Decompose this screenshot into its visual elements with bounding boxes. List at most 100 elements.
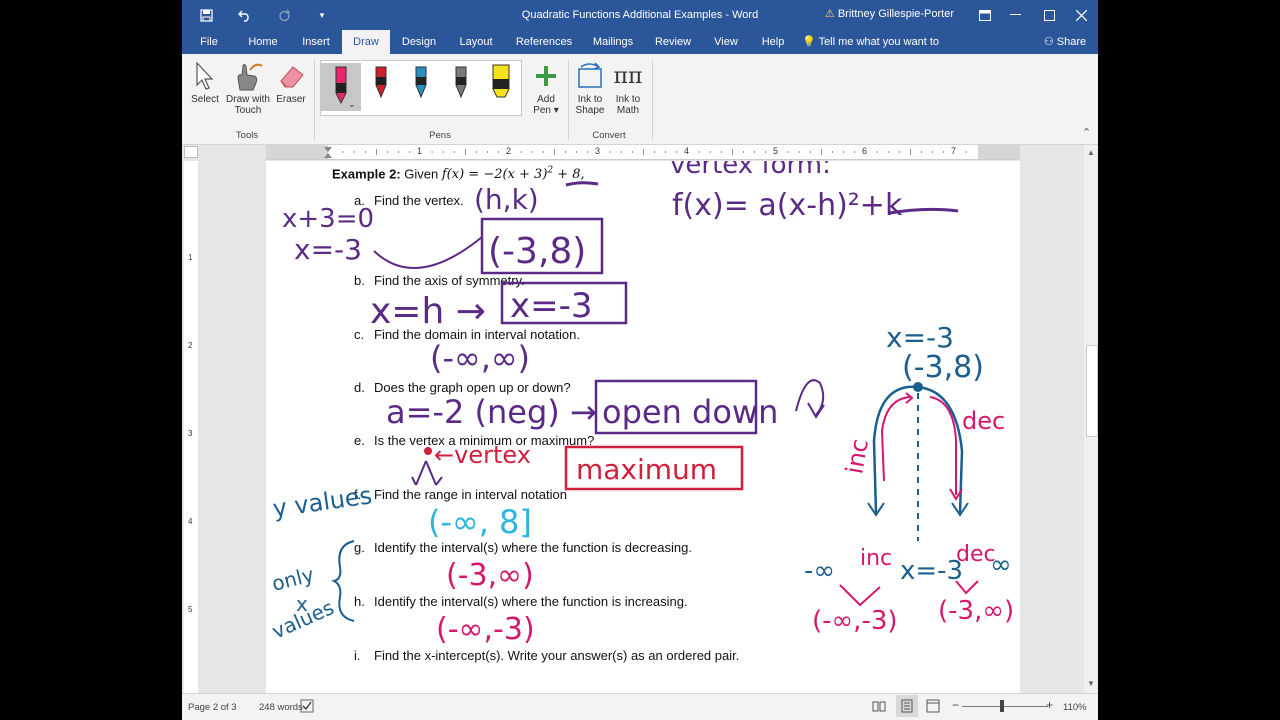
eraser-button[interactable]: Eraser [274, 58, 308, 105]
ink-to-math-label-1: Ink to [615, 94, 641, 105]
ink-graph-inc: inc [840, 437, 874, 476]
ink-to-math-button[interactable]: ππ Ink to Math [610, 58, 646, 117]
pen-red[interactable] [361, 63, 401, 111]
ink-layer: vertex form: f(x)= a(x-h)²+k x+3=0 x=-3 … [268, 161, 1014, 647]
scroll-down-icon[interactable]: ▼ [1087, 679, 1095, 688]
ruler-number: 1 [417, 146, 423, 156]
scrollbar-thumb[interactable] [1086, 345, 1098, 437]
pi-icon: ππ [613, 63, 643, 89]
ruler-number: 5 [188, 605, 193, 614]
ink-dec-answer: (-3,∞) [446, 558, 534, 593]
tab-selector[interactable] [184, 146, 198, 158]
ruler-number: 3 [595, 146, 601, 156]
vertical-ruler[interactable]: 1 2 3 4 5 [184, 161, 198, 693]
ink-range-answer: (-∞, 8] [428, 503, 532, 541]
ink-only-1: only [269, 562, 316, 596]
ink-to-shape-label-2: Shape [575, 105, 605, 116]
tab-layout[interactable]: Layout [454, 30, 498, 54]
zoom-in-icon[interactable]: + [1046, 698, 1053, 712]
ink-vertex-form: f(x)= a(x-h)²+k [672, 188, 903, 223]
select-button[interactable]: Select [188, 58, 222, 105]
ink-hk: (h,k) [474, 183, 539, 216]
draw-with-touch-label-2: Touch [234, 105, 262, 116]
word-count[interactable]: 248 words [259, 702, 303, 713]
tab-home[interactable]: Home [244, 30, 282, 54]
eraser-icon [274, 58, 308, 94]
share-button[interactable]: ⚇ Share [1040, 30, 1090, 54]
pens-group-label: Pens [429, 130, 451, 141]
ruler-number: 2 [506, 146, 512, 156]
plus-icon [528, 58, 564, 94]
minimize-icon[interactable] [998, 0, 1032, 30]
ribbon-tabs: File Home Insert Draw Design Layout Refe… [182, 30, 1098, 72]
scroll-up-icon[interactable]: ▲ [1087, 148, 1095, 157]
tab-mailings[interactable]: Mailings [588, 30, 638, 54]
pen-gray[interactable] [441, 63, 481, 111]
proofing-icon[interactable] [300, 699, 314, 716]
document-page[interactable]: Example 2: Given f(x) = −2(x + 3)2 + 8, … [266, 161, 1020, 701]
zoom-level[interactable]: 110% [1063, 702, 1087, 713]
ink-line-pos-inf: ∞ [990, 550, 1012, 580]
page-indicator[interactable]: Page 2 of 3 [188, 702, 237, 713]
user-account[interactable]: ⚠ Brittney Gillespie-Porter [825, 7, 954, 20]
pen-yellow-highlighter[interactable] [481, 63, 521, 111]
touch-hand-icon [224, 58, 272, 94]
document-title: Quadratic Functions Additional Examples … [521, 9, 759, 21]
pen-blue[interactable] [401, 63, 441, 111]
zoom-slider[interactable] [962, 706, 1048, 707]
ruler-ticks [266, 145, 1020, 159]
ink-open-answer: open down [602, 393, 778, 431]
tab-help[interactable]: Help [756, 30, 790, 54]
ink-line-neg-inf: -∞ [804, 556, 835, 586]
ink-max-answer: maximum [576, 453, 717, 486]
pens-gallery: ⌄ [320, 60, 522, 116]
maximize-icon[interactable] [1032, 0, 1066, 30]
ink-to-shape-button[interactable]: Ink to Shape [572, 58, 608, 116]
ruler-number: 7 [951, 146, 957, 156]
ink-line-x: x=-3 [900, 556, 963, 586]
tab-design[interactable]: Design [396, 30, 442, 54]
ink-to-math-label-2: Math [616, 105, 640, 116]
document-area: 1 2 3 4 5 6 7 1 2 3 4 5 Example 2: Given… [182, 145, 1098, 701]
add-pen-button[interactable]: Add Pen ▾ [528, 58, 564, 116]
tab-insert[interactable]: Insert [296, 30, 336, 54]
horizontal-ruler[interactable]: 1 2 3 4 5 6 7 [266, 145, 1020, 160]
tab-review[interactable]: Review [650, 30, 696, 54]
tab-view[interactable]: View [708, 30, 744, 54]
web-layout-icon[interactable] [926, 699, 940, 716]
ink-to-shape-label-1: Ink to [577, 94, 603, 105]
ink-vertex-word: ←vertex [434, 441, 531, 469]
ink-line-inc-interval: (-∞,-3) [812, 606, 898, 636]
ruler-number: 6 [862, 146, 868, 156]
read-mode-icon[interactable] [872, 699, 886, 716]
ribbon-display-options-icon[interactable] [968, 0, 1002, 30]
draw-with-touch-button[interactable]: Draw with Touch [224, 58, 272, 116]
tell-me-search[interactable]: 💡 Tell me what you want to do [802, 30, 952, 72]
ruler-number: 4 [684, 146, 690, 156]
ink-domain-answer: (-∞,∞) [430, 339, 530, 377]
tab-references[interactable]: References [512, 30, 576, 54]
ink-line-dec-interval: (-3,∞) [938, 596, 1014, 626]
tab-file[interactable]: File [192, 30, 226, 54]
ruler-number: 1 [188, 253, 193, 262]
ink-axis-answer: x=-3 [510, 286, 593, 326]
pen-options-chevron-icon[interactable]: ⌄ [348, 99, 356, 110]
lightbulb-icon: 💡 [802, 36, 816, 48]
ink-x-eq: x=-3 [294, 233, 362, 266]
title-bar: ▾ Quadratic Functions Additional Example… [182, 0, 1098, 30]
close-icon[interactable] [1064, 0, 1098, 30]
zoom-slider-thumb[interactable] [1000, 700, 1004, 712]
ruler-number: 4 [188, 517, 193, 526]
tab-draw[interactable]: Draw [342, 30, 390, 55]
ruler-number: 3 [188, 429, 193, 438]
ink-open-work: a=-2 (neg) → [386, 393, 597, 431]
word-window: ▾ Quadratic Functions Additional Example… [182, 0, 1098, 720]
print-layout-icon[interactable] [896, 695, 918, 717]
ruler-number: 5 [773, 146, 779, 156]
vertical-scrollbar[interactable]: ▲ ▼ [1084, 145, 1098, 693]
zoom-out-icon[interactable]: − [952, 698, 959, 712]
ribbon-separator [568, 60, 569, 140]
warning-icon: ⚠ [824, 8, 835, 20]
collapse-ribbon-icon[interactable]: ⌃ [1082, 126, 1091, 139]
ink-inc-answer: (-∞,-3) [436, 612, 535, 647]
